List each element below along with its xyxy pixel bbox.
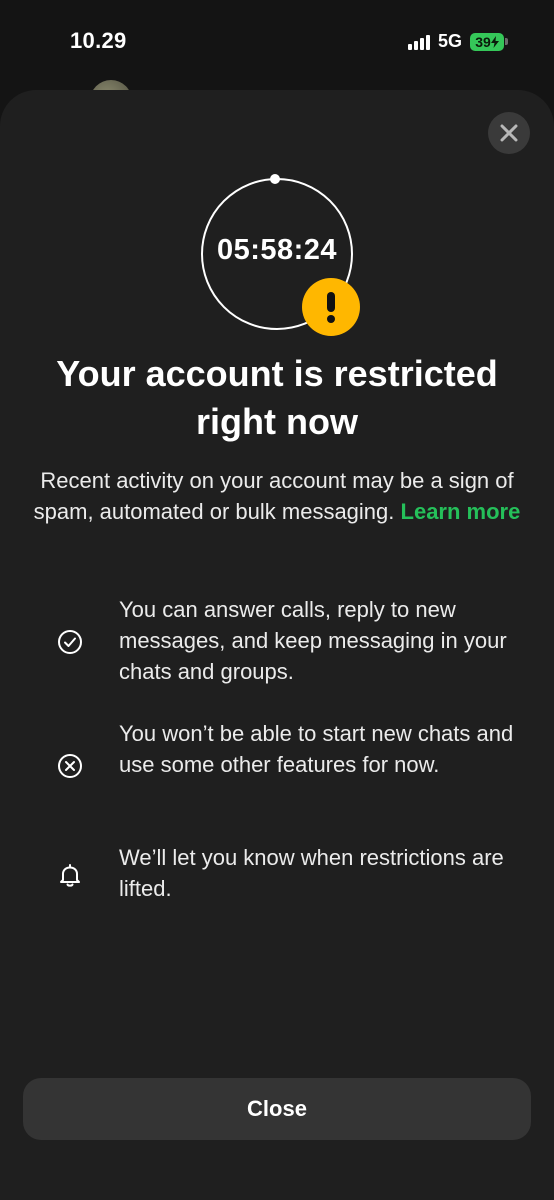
status-bar: 10.29 5G 39 bbox=[0, 0, 554, 84]
x-circle-icon bbox=[58, 754, 82, 778]
battery-level: 39 bbox=[470, 32, 504, 51]
page-title: Your account is restricted right now bbox=[56, 353, 498, 442]
check-circle-icon bbox=[58, 630, 82, 654]
network-type: 5G bbox=[437, 31, 462, 51]
close-button[interactable]: Close bbox=[23, 1078, 531, 1140]
info-text: You won’t be able to start new chats and… bbox=[119, 721, 514, 777]
bell-icon bbox=[60, 864, 80, 887]
close-icon bbox=[500, 124, 518, 142]
warning-icon bbox=[302, 278, 360, 336]
info-text: We’ll let you know when restrictions are… bbox=[119, 845, 504, 901]
timer-progress-dot bbox=[270, 174, 280, 184]
cellular-signal-icon bbox=[407, 34, 430, 50]
learn-more-link[interactable]: Learn more bbox=[401, 499, 521, 524]
screen: 10.29 5G 39 05:58:24 Your account is res… bbox=[0, 0, 554, 1200]
countdown-timer: 05:58:24 bbox=[201, 174, 360, 336]
close-x-button[interactable] bbox=[488, 112, 530, 154]
battery-icon: 39 bbox=[470, 32, 508, 51]
status-indicators: 5G 39 bbox=[407, 31, 508, 52]
status-time: 10.29 bbox=[70, 28, 127, 53]
info-text: You can answer calls, reply to new messa… bbox=[119, 597, 507, 684]
description: Recent activity on your account may be a… bbox=[24, 465, 530, 527]
timer-value: 05:58:24 bbox=[216, 234, 338, 266]
restriction-sheet: 05:58:24 Your account is restricted righ… bbox=[0, 90, 554, 1200]
